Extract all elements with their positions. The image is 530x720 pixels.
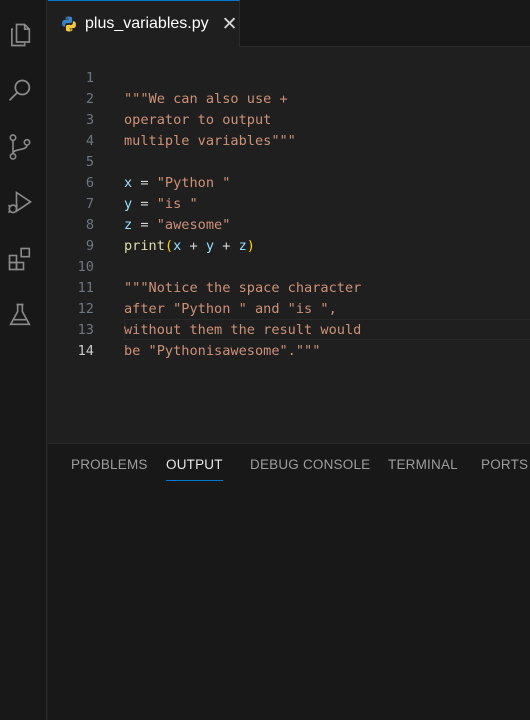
tab-problems[interactable]: PROBLEMS [71, 457, 148, 480]
code-line: 14 [48, 320, 530, 359]
tab-filename: plus_variables.py [85, 15, 209, 32]
python-file-icon [62, 16, 76, 32]
tab-plus-variables[interactable]: plus_variables.py ✕ [48, 0, 240, 47]
code-line: 4 [48, 110, 530, 149]
code-line: 8 print(x + y + z) [48, 194, 530, 254]
code-line: 5 x = "Python " [48, 131, 530, 191]
activity-bar [0, 0, 47, 720]
tab-debug-console[interactable]: DEBUG CONSOLE [250, 457, 370, 480]
code-line: 9 [48, 215, 530, 254]
code-line: 3 multiple variables""" [48, 89, 530, 149]
extensions-icon[interactable] [5, 244, 35, 274]
bottom-panel: PROBLEMS OUTPUT DEBUG CONSOLE TERMINAL P… [48, 443, 530, 720]
files-icon[interactable] [5, 20, 35, 50]
code-line: 10 """Notice the space character [48, 236, 530, 296]
tab-terminal[interactable]: TERMINAL [388, 457, 458, 480]
testing-icon[interactable] [5, 300, 35, 330]
code-line: 2 operator to output [48, 68, 530, 128]
search-icon[interactable] [5, 76, 35, 106]
code-editor[interactable]: 1 """We can also use + 2 operator to out… [48, 47, 530, 443]
editor-tab-bar: plus_variables.py ✕ [48, 0, 530, 47]
code-line: 6 y = "is " [48, 152, 530, 212]
code-line: 7 z = "awesome" [48, 173, 530, 233]
code-line: 12 without them the result would [48, 278, 530, 338]
tab-output[interactable]: OUTPUT [166, 457, 223, 481]
code-line: 11 after "Python " and "is ", [48, 257, 530, 317]
close-icon[interactable]: ✕ [222, 15, 238, 34]
line-number: 14 [77, 343, 94, 359]
code-line: 1 """We can also use + [48, 47, 530, 107]
tab-ports[interactable]: PORTS [481, 457, 528, 480]
code-line: 13 be "Pythonisawesome".""" [48, 299, 530, 359]
source-control-icon[interactable] [5, 132, 35, 162]
code-text: be "Pythonisawesome".""" [124, 343, 321, 359]
run-debug-icon[interactable] [5, 188, 35, 218]
